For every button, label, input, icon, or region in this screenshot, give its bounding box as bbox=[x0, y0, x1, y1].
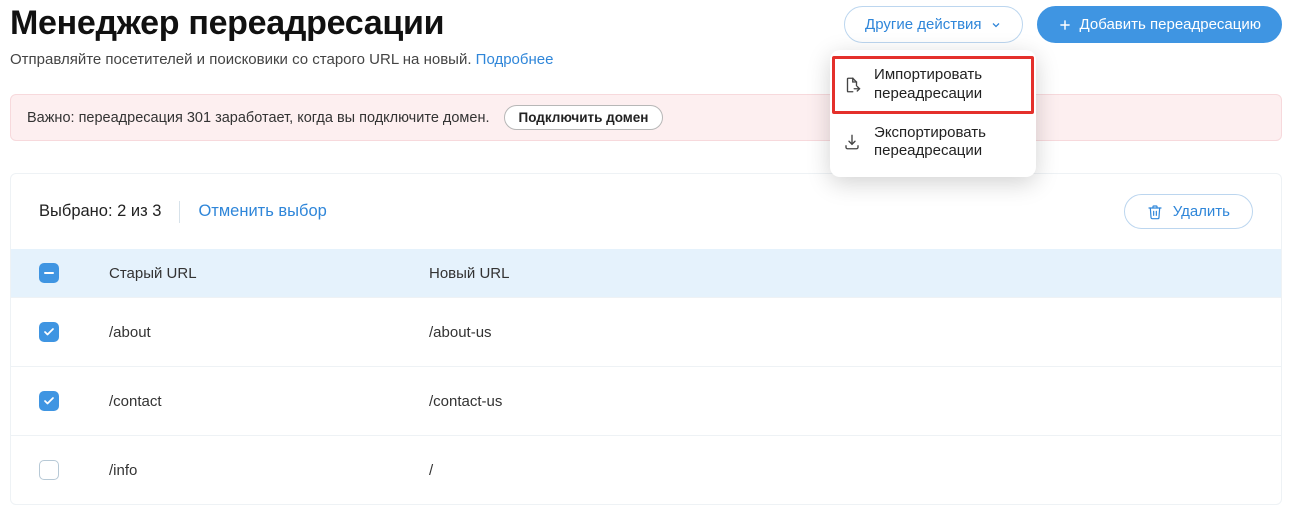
redirects-panel: Выбрано: 2 из 3 Отменить выбор Удалить bbox=[10, 173, 1282, 505]
alert-text: Важно: переадресация 301 заработает, ког… bbox=[27, 110, 490, 126]
old-url-cell: /contact bbox=[109, 393, 429, 410]
export-redirects-item[interactable]: Экспортировать переадресации bbox=[830, 114, 1036, 172]
table-header: Старый URL Новый URL bbox=[11, 249, 1281, 297]
check-icon bbox=[43, 395, 55, 407]
trash-icon bbox=[1147, 204, 1163, 220]
row-checkbox[interactable] bbox=[39, 322, 59, 342]
check-icon bbox=[43, 326, 55, 338]
learn-more-link[interactable]: Подробнее bbox=[476, 51, 554, 68]
table-row[interactable]: /about /about-us bbox=[11, 297, 1281, 366]
old-url-cell: /about bbox=[109, 324, 429, 341]
add-redirect-button[interactable]: Добавить переадресацию bbox=[1037, 6, 1282, 43]
old-url-cell: /info bbox=[109, 462, 429, 479]
new-url-cell: / bbox=[429, 462, 1253, 479]
import-icon bbox=[842, 75, 862, 95]
more-actions-dropdown: Импортировать переадресации Экспортирова… bbox=[830, 50, 1036, 177]
row-checkbox[interactable] bbox=[39, 460, 59, 480]
select-all-checkbox[interactable] bbox=[39, 263, 59, 283]
col-old-url: Старый URL bbox=[109, 265, 429, 282]
new-url-cell: /contact-us bbox=[429, 393, 1253, 410]
add-redirect-label: Добавить переадресацию bbox=[1080, 16, 1261, 33]
new-url-cell: /about-us bbox=[429, 324, 1253, 341]
minus-icon bbox=[44, 272, 54, 275]
table-row[interactable]: /contact /contact-us bbox=[11, 366, 1281, 435]
row-checkbox[interactable] bbox=[39, 391, 59, 411]
page-subtitle: Отправляйте посетителей и поисковики со … bbox=[10, 51, 1282, 68]
table-row[interactable]: /info / bbox=[11, 435, 1281, 504]
more-actions-button[interactable]: Другие действия bbox=[844, 6, 1023, 43]
col-new-url: Новый URL bbox=[429, 265, 1253, 282]
selection-count: Выбрано: 2 из 3 bbox=[39, 202, 161, 221]
cancel-selection-link[interactable]: Отменить выбор bbox=[198, 202, 326, 221]
chevron-down-icon bbox=[990, 19, 1002, 31]
domain-alert: Важно: переадресация 301 заработает, ког… bbox=[10, 94, 1282, 141]
connect-domain-button[interactable]: Подключить домен bbox=[504, 105, 664, 130]
export-redirects-label: Экспортировать переадресации bbox=[874, 124, 1022, 162]
plus-icon bbox=[1058, 18, 1072, 32]
divider bbox=[179, 201, 180, 223]
export-icon bbox=[842, 132, 862, 152]
import-redirects-item[interactable]: Импортировать переадресации bbox=[830, 56, 1036, 114]
more-actions-label: Другие действия bbox=[865, 16, 982, 33]
import-redirects-label: Импортировать переадресации bbox=[874, 66, 1022, 104]
page-title: Менеджер переадресации bbox=[10, 4, 444, 43]
delete-label: Удалить bbox=[1173, 203, 1230, 220]
delete-button[interactable]: Удалить bbox=[1124, 194, 1253, 229]
subtitle-text: Отправляйте посетителей и поисковики со … bbox=[10, 51, 476, 68]
